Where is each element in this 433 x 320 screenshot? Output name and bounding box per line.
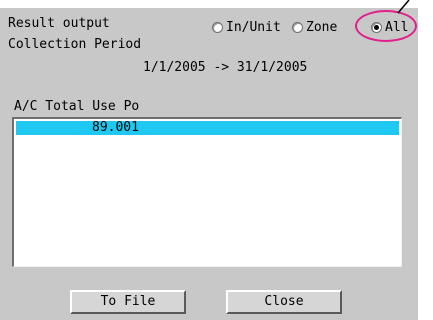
list-item[interactable]: 89.001 [16, 121, 399, 135]
close-button[interactable]: Close [226, 290, 342, 314]
result-listbox[interactable]: 89.001 [12, 117, 402, 267]
ac-total-use-label: A/C Total Use Po [14, 99, 140, 114]
collection-period-value: 1/1/2005 -> 31/1/2005 [143, 60, 308, 75]
radio-all[interactable]: All [371, 19, 408, 35]
radio-in-unit[interactable]: In/Unit [212, 19, 281, 35]
result-output-label: Result output [8, 16, 110, 31]
radio-zone-label: Zone [306, 19, 338, 35]
radio-in-unit-indicator-icon [212, 21, 223, 33]
radio-in-unit-label: In/Unit [226, 19, 281, 35]
radio-all-indicator-icon [371, 21, 382, 33]
radio-zone[interactable]: Zone [292, 19, 337, 35]
collection-period-label: Collection Period [8, 37, 142, 52]
radio-zone-indicator-icon [292, 21, 303, 33]
list-item-value: 89.001 [92, 120, 139, 135]
radio-all-label: All [385, 19, 409, 35]
to-file-button[interactable]: To File [70, 290, 186, 314]
